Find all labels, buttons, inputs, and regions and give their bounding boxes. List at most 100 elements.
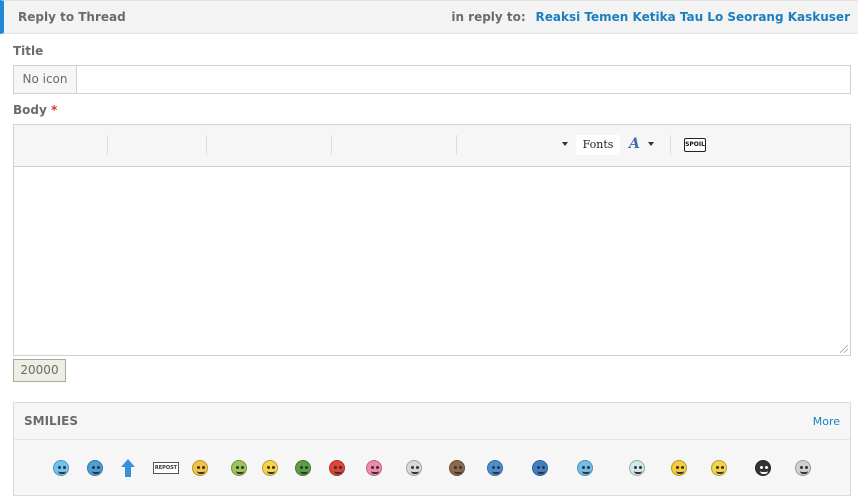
smiley-eye	[542, 466, 545, 469]
repost-sign-text: REPOST	[153, 462, 179, 474]
laughing-smiley-icon[interactable]	[189, 458, 211, 478]
toolbar-divider	[331, 135, 332, 155]
smiley-eye	[760, 466, 763, 469]
smiley-mouth	[267, 471, 275, 474]
up-arrow-shape	[121, 459, 135, 467]
smiley-face	[329, 460, 345, 476]
blue-shocked-smiley-icon[interactable]	[84, 458, 106, 478]
smiley-eye	[537, 466, 540, 469]
smiley-face	[671, 460, 687, 476]
smiley-eye	[334, 466, 337, 469]
grey-blush-smiley-icon[interactable]	[626, 458, 648, 478]
font-color-icon[interactable]: A	[629, 136, 640, 152]
smiley-face	[449, 460, 465, 476]
smiley-face	[755, 460, 771, 476]
smiley-mouth	[236, 471, 244, 474]
smiley-mouth	[197, 471, 205, 474]
smiley-mouth	[334, 471, 342, 474]
smiley-face	[53, 460, 69, 476]
smiley-eye	[376, 466, 379, 469]
smiley-eye	[800, 466, 803, 469]
sign-smiley-icon[interactable]	[792, 458, 814, 478]
sick-smiley-icon[interactable]	[228, 458, 250, 478]
smiley-face	[629, 460, 645, 476]
up-arrow-stem	[125, 467, 131, 477]
smiley-eye	[587, 466, 590, 469]
blue-kiss-smiley-icon[interactable]	[529, 458, 551, 478]
reply-title: Reply to Thread	[18, 10, 126, 24]
more-smilies-link[interactable]: More	[813, 415, 840, 428]
smiley-face	[192, 460, 208, 476]
smiley-mouth	[800, 471, 808, 474]
smiley-eye	[676, 466, 679, 469]
toolbar-divider	[670, 135, 671, 155]
smiley-mouth	[760, 471, 768, 474]
smiley-eye	[97, 466, 100, 469]
smiley-eye	[416, 466, 419, 469]
title-input[interactable]	[77, 66, 850, 93]
editor-toolbar: Fonts A SPOIL	[14, 125, 850, 167]
toolbar-divider	[107, 135, 108, 155]
body-label: Body *	[13, 103, 57, 117]
smiley-eye	[92, 466, 95, 469]
size-dropdown-icon[interactable]	[562, 142, 568, 146]
spoiler-icon[interactable]: SPOIL	[684, 138, 706, 152]
blue-grin-smiley-icon[interactable]	[50, 458, 72, 478]
smiley-eye	[272, 466, 275, 469]
body-editor: Fonts A SPOIL	[13, 124, 851, 356]
surprised-smiley-icon[interactable]	[668, 458, 690, 478]
smiley-eye	[236, 466, 239, 469]
resize-handle[interactable]	[840, 345, 848, 353]
smiley-mouth	[411, 471, 419, 474]
smiley-face	[87, 460, 103, 476]
smiley-eye	[267, 466, 270, 469]
smiley-eye	[721, 466, 724, 469]
smiley-mouth	[634, 471, 642, 474]
toolbar-divider	[206, 135, 207, 155]
smiley-eye	[497, 466, 500, 469]
smiley-eye	[197, 466, 200, 469]
smiley-mouth	[371, 471, 379, 474]
smiley-mouth	[537, 471, 545, 474]
smilies-panel: SMILIES More REPOST	[13, 402, 851, 496]
smiley-face	[577, 460, 593, 476]
required-mark: *	[51, 103, 58, 117]
smiley-eye	[716, 466, 719, 469]
blue-hug-smiley-icon[interactable]	[484, 458, 506, 478]
smiley-mouth	[454, 471, 462, 474]
confused-smiley-icon[interactable]	[259, 458, 281, 478]
toolbar-divider	[456, 135, 457, 155]
fonts-dropdown[interactable]: Fonts	[576, 135, 620, 155]
grey-peace-smiley-icon[interactable]	[403, 458, 425, 478]
smiley-eye	[202, 466, 205, 469]
bomb-smiley-icon[interactable]	[752, 458, 774, 478]
cendol-smiley-icon[interactable]	[292, 458, 314, 478]
blank-smiley-icon[interactable]	[708, 458, 730, 478]
smilies-header: SMILIES More	[14, 403, 850, 440]
smiley-eye	[305, 466, 308, 469]
smiley-eye	[634, 466, 637, 469]
smiley-mouth	[300, 471, 308, 474]
smiley-face	[487, 460, 503, 476]
smiley-eye	[681, 466, 684, 469]
hearts-smiley-icon[interactable]	[363, 458, 385, 478]
cowboy-smiley-icon[interactable]	[446, 458, 468, 478]
smiley-mouth	[92, 471, 100, 474]
font-color-dropdown-icon[interactable]	[648, 142, 654, 146]
reply-header: Reply to Thread in reply to: Reaksi Teme…	[0, 0, 858, 34]
repost-sign-icon[interactable]: REPOST	[153, 458, 179, 478]
smiley-eye	[371, 466, 374, 469]
smiley-eye	[454, 466, 457, 469]
smiley-eye	[241, 466, 244, 469]
smiley-face	[711, 460, 727, 476]
body-textarea[interactable]	[14, 167, 850, 355]
group-smiley-icon[interactable]	[574, 458, 596, 478]
smiley-eye	[411, 466, 414, 469]
smiley-eye	[63, 466, 66, 469]
angry-smiley-icon[interactable]	[326, 458, 348, 478]
smiley-face	[366, 460, 382, 476]
smiley-eye	[639, 466, 642, 469]
up-arrow-icon[interactable]	[117, 458, 139, 478]
thread-link[interactable]: Reaksi Temen Ketika Tau Lo Seorang Kasku…	[536, 10, 850, 24]
post-icon-button[interactable]: No icon	[14, 66, 77, 93]
